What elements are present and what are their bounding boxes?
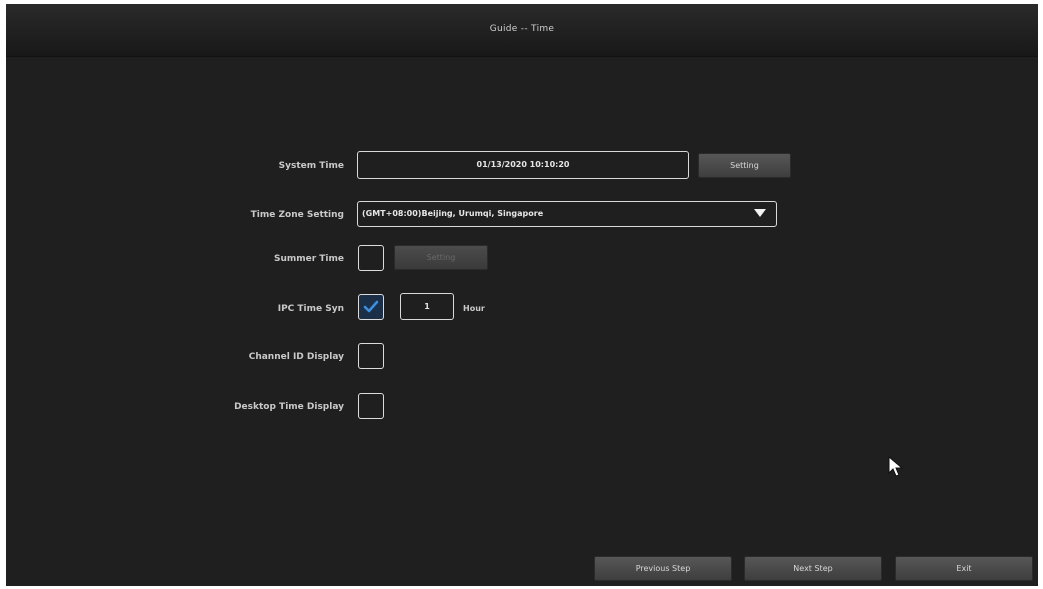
desktop-time-display-label: Desktop Time Display (234, 402, 344, 412)
summer-time-setting-button[interactable]: Setting (394, 245, 488, 270)
guide-time-window: Guide -- Time System Time 01/13/2020 10:… (6, 4, 1038, 586)
chevron-down-icon[interactable] (754, 209, 766, 217)
ipc-time-sync-label: IPC Time Syn (277, 304, 344, 314)
ipc-time-sync-unit: Hour (463, 304, 485, 313)
system-time-field[interactable]: 01/13/2020 10:10:20 (357, 151, 689, 179)
channel-id-display-label: Channel ID Display (248, 352, 344, 362)
system-time-setting-button[interactable]: Setting (698, 153, 791, 178)
ipc-time-sync-checkbox[interactable] (358, 294, 384, 320)
next-step-button[interactable]: Next Step (744, 556, 882, 581)
time-zone-label: Time Zone Setting (250, 210, 344, 220)
channel-id-display-checkbox[interactable] (358, 343, 384, 369)
time-zone-selected-value: (GMT+08:00)Beijing, Urumqi, Singapore (362, 209, 544, 218)
exit-button[interactable]: Exit (895, 556, 1033, 581)
system-time-label: System Time (278, 161, 344, 171)
window-title: Guide -- Time (489, 24, 555, 34)
title-bar: Guide -- Time (6, 4, 1038, 57)
summer-time-label: Summer Time (273, 254, 344, 264)
summer-time-checkbox[interactable] (358, 245, 384, 271)
previous-step-button[interactable]: Previous Step (594, 556, 732, 581)
ipc-time-sync-interval-input[interactable]: 1 (400, 293, 454, 320)
desktop-time-display-checkbox[interactable] (358, 393, 384, 419)
check-icon (363, 300, 379, 313)
time-zone-select[interactable]: (GMT+08:00)Beijing, Urumqi, Singapore (357, 201, 777, 227)
mouse-pointer-icon (888, 456, 904, 477)
